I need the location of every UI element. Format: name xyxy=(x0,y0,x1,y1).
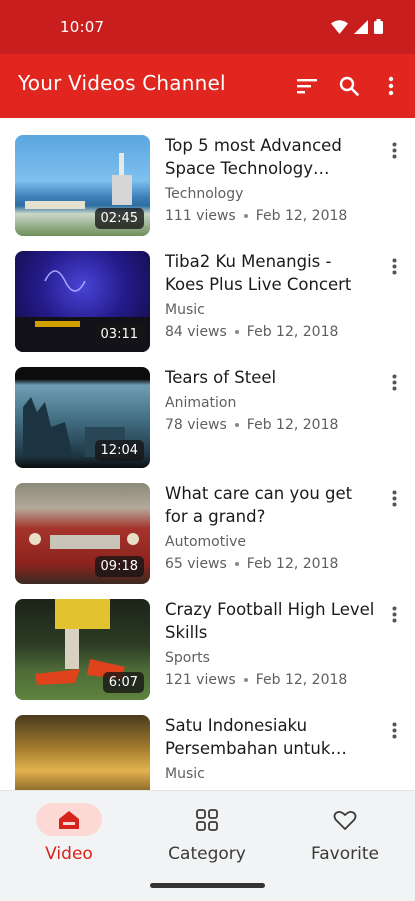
separator-dot xyxy=(243,678,248,682)
video-item[interactable]: 09:18 What care can you get for a grand?… xyxy=(0,466,415,584)
separator-dot xyxy=(234,423,239,427)
video-date: Feb 12, 2018 xyxy=(246,556,339,572)
video-more-button[interactable] xyxy=(385,258,403,276)
video-date: Feb 12, 2018 xyxy=(255,208,348,224)
video-list[interactable]: 02:45 Top 5 most Advanced Space Technolo… xyxy=(0,118,415,790)
gesture-bar[interactable] xyxy=(150,883,265,888)
video-more-button[interactable] xyxy=(385,606,403,624)
status-icons xyxy=(331,19,383,34)
video-item[interactable]: 03:11 Tiba2 Ku Menangis - Koes Plus Live… xyxy=(0,234,415,352)
app-title: Your Videos Channel xyxy=(18,71,226,95)
video-views: 65 views xyxy=(165,556,227,572)
nav-item-video[interactable]: Video xyxy=(9,803,129,864)
video-duration: 02:45 xyxy=(94,208,144,229)
video-thumbnail[interactable]: 02:45 xyxy=(15,135,150,236)
nav-label-favorite: Favorite xyxy=(311,844,379,864)
video-title[interactable]: Tiba2 Ku Menangis - Koes Plus Live Conce… xyxy=(165,250,375,296)
separator-dot xyxy=(234,330,239,334)
video-duration: 6:07 xyxy=(102,672,144,693)
video-more-button[interactable] xyxy=(385,142,403,160)
more-options-button[interactable] xyxy=(377,72,405,100)
video-category: Sports xyxy=(165,650,210,666)
video-duration: 03:11 xyxy=(94,324,144,345)
video-duration: 12:04 xyxy=(94,440,144,461)
signal-icon xyxy=(354,19,368,34)
video-more-button[interactable] xyxy=(385,722,403,740)
video-thumbnail[interactable] xyxy=(15,715,150,790)
video-more-button[interactable] xyxy=(385,374,403,392)
app-bar: Your Videos Channel xyxy=(0,54,415,118)
video-category: Animation xyxy=(165,395,237,411)
video-views: 78 views xyxy=(165,417,227,433)
more-vert-icon xyxy=(392,722,396,739)
video-category: Technology xyxy=(165,186,244,202)
nav-item-favorite[interactable]: Favorite xyxy=(285,803,405,864)
video-title[interactable]: Crazy Football High Level Skills xyxy=(165,598,375,644)
video-home-icon xyxy=(59,810,79,829)
video-category: Music xyxy=(165,766,205,782)
video-item[interactable]: 02:45 Top 5 most Advanced Space Technolo… xyxy=(0,118,415,236)
video-thumbnail[interactable]: 6:07 xyxy=(15,599,150,700)
video-views: 121 views xyxy=(165,672,236,688)
category-grid-icon xyxy=(196,808,218,831)
video-thumbnail[interactable]: 03:11 xyxy=(15,251,150,352)
video-duration: 09:18 xyxy=(94,556,144,577)
separator-dot xyxy=(243,214,248,218)
more-vert-icon xyxy=(388,76,394,96)
nav-label-category: Category xyxy=(168,844,246,864)
more-vert-icon xyxy=(392,258,396,275)
battery-icon xyxy=(374,19,383,34)
video-title[interactable]: Tears of Steel xyxy=(165,366,375,389)
video-title[interactable]: Top 5 most Advanced Space Technology Cou… xyxy=(165,134,375,180)
search-button[interactable] xyxy=(335,72,363,100)
more-vert-icon xyxy=(392,374,396,391)
video-thumbnail[interactable]: 12:04 xyxy=(15,367,150,468)
more-vert-icon xyxy=(392,142,396,159)
favorite-heart-icon xyxy=(333,810,357,830)
separator-dot xyxy=(234,562,239,566)
more-vert-icon xyxy=(392,490,396,507)
video-date: Feb 12, 2018 xyxy=(255,672,348,688)
video-category: Music xyxy=(165,302,205,318)
video-item[interactable]: 12:04 Tears of Steel Animation 78 views … xyxy=(0,350,415,468)
sort-button[interactable] xyxy=(293,72,321,100)
nav-active-indicator xyxy=(36,803,102,836)
video-thumbnail[interactable]: 09:18 xyxy=(15,483,150,584)
nav-item-category[interactable]: Category xyxy=(147,803,267,864)
video-date: Feb 12, 2018 xyxy=(246,417,339,433)
status-time: 10:07 xyxy=(60,18,105,36)
sort-icon xyxy=(297,79,317,94)
search-icon xyxy=(339,76,359,96)
video-more-button[interactable] xyxy=(385,490,403,508)
video-item[interactable]: 6:07 Crazy Football High Level Skills Sp… xyxy=(0,582,415,700)
video-title[interactable]: Satu Indonesiaku Persembahan untuk Neger… xyxy=(165,714,375,760)
video-date: Feb 12, 2018 xyxy=(246,324,339,340)
video-views: 111 views xyxy=(165,208,236,224)
status-bar: 10:07 xyxy=(0,0,415,54)
wifi-icon xyxy=(331,19,348,34)
video-title[interactable]: What care can you get for a grand? xyxy=(165,482,375,528)
video-category: Automotive xyxy=(165,534,246,550)
video-item[interactable]: Satu Indonesiaku Persembahan untuk Neger… xyxy=(0,698,415,790)
more-vert-icon xyxy=(392,606,396,623)
nav-label-video: Video xyxy=(45,844,93,864)
video-views: 84 views xyxy=(165,324,227,340)
